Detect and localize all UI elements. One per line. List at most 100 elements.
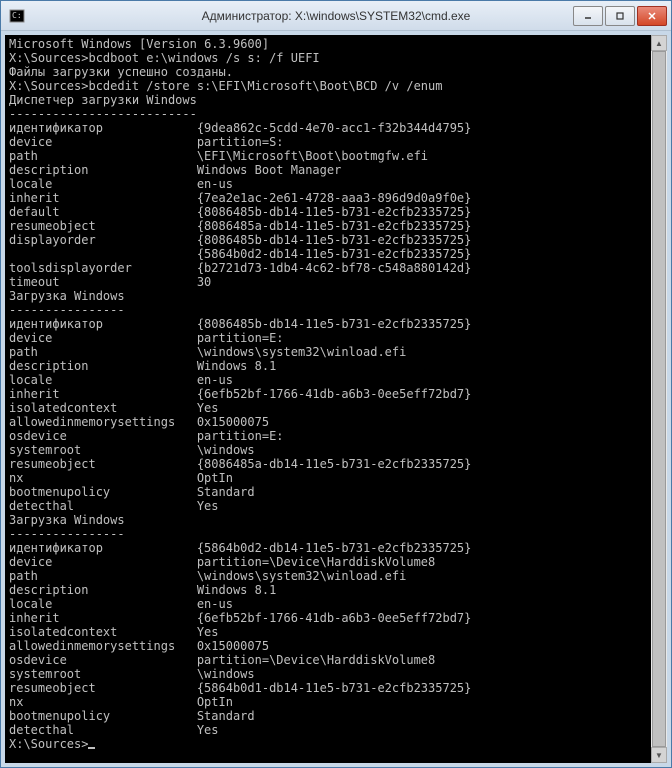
- kv-key: resumeobject: [9, 219, 197, 233]
- kv-row: detecthalYes: [9, 723, 663, 737]
- kv-row: bootmenupolicyStandard: [9, 709, 663, 723]
- kv-key: nx: [9, 471, 197, 485]
- kv-row: systemroot\windows: [9, 443, 663, 457]
- kv-key: detecthal: [9, 723, 197, 737]
- titlebar[interactable]: C: Администратор: X:\windows\SYSTEM32\cm…: [1, 1, 671, 31]
- kv-key: locale: [9, 597, 197, 611]
- kv-row: path\windows\system32\winload.efi: [9, 569, 663, 583]
- kv-value: Yes: [197, 401, 219, 415]
- kv-key: displayorder: [9, 233, 197, 247]
- kv-value: {5864b0d1-db14-11e5-b731-e2cfb2335725}: [197, 681, 472, 695]
- kv-key: идентификатор: [9, 541, 197, 555]
- kv-value: partition=S:: [197, 135, 284, 149]
- console-area: Microsoft Windows [Version 6.3.9600]X:\S…: [5, 35, 667, 763]
- kv-key: идентификатор: [9, 317, 197, 331]
- kv-key: inherit: [9, 387, 197, 401]
- kv-row: devicepartition=\Device\HarddiskVolume8: [9, 555, 663, 569]
- kv-value: Windows 8.1: [197, 359, 276, 373]
- kv-key: inherit: [9, 191, 197, 205]
- maximize-button[interactable]: [605, 6, 635, 26]
- kv-row: descriptionWindows 8.1: [9, 359, 663, 373]
- kv-row: devicepartition=S:: [9, 135, 663, 149]
- console-output[interactable]: Microsoft Windows [Version 6.3.9600]X:\S…: [5, 35, 667, 753]
- cmd-window: C: Администратор: X:\windows\SYSTEM32\cm…: [0, 0, 672, 768]
- scroll-up-button[interactable]: ▲: [651, 35, 667, 51]
- kv-key: systemroot: [9, 443, 197, 457]
- kv-key: description: [9, 359, 197, 373]
- kv-value: {8086485b-db14-11e5-b731-e2cfb2335725}: [197, 233, 472, 247]
- kv-value: \EFI\Microsoft\Boot\bootmgfw.efi: [197, 149, 428, 163]
- kv-key: bootmenupolicy: [9, 709, 197, 723]
- kv-key: device: [9, 135, 197, 149]
- kv-value: en-us: [197, 177, 233, 191]
- kv-row: идентификатор{8086485b-db14-11e5-b731-e2…: [9, 317, 663, 331]
- kv-value: Windows 8.1: [197, 583, 276, 597]
- cmd-icon: C:: [9, 8, 25, 24]
- kv-key: device: [9, 555, 197, 569]
- console-line: Файлы загрузки успешно созданы.: [9, 65, 663, 79]
- kv-value: \windows: [197, 667, 255, 681]
- kv-value: Yes: [197, 723, 219, 737]
- kv-key: detecthal: [9, 499, 197, 513]
- kv-value: en-us: [197, 597, 233, 611]
- kv-row: displayorder{8086485b-db14-11e5-b731-e2c…: [9, 233, 663, 247]
- scroll-thumb[interactable]: [652, 51, 666, 747]
- kv-value: Yes: [197, 499, 219, 513]
- console-line: ----------------: [9, 303, 663, 317]
- kv-value: Yes: [197, 625, 219, 639]
- vertical-scrollbar[interactable]: ▲ ▼: [651, 35, 667, 763]
- kv-row: nxOptIn: [9, 471, 663, 485]
- kv-value: partition=\Device\HarddiskVolume8: [197, 555, 435, 569]
- kv-value: {5864b0d2-db14-11e5-b731-e2cfb2335725}: [197, 247, 472, 261]
- kv-value: partition=\Device\HarddiskVolume8: [197, 653, 435, 667]
- scroll-track[interactable]: [651, 51, 667, 747]
- close-button[interactable]: [637, 6, 667, 26]
- window-controls: [571, 6, 671, 26]
- console-line: Диспетчер загрузки Windows: [9, 93, 663, 107]
- kv-key: resumeobject: [9, 681, 197, 695]
- kv-key: [9, 247, 197, 261]
- kv-value: partition=E:: [197, 429, 284, 443]
- kv-row: inherit{6efb52bf-1766-41db-a6b3-0ee5eff7…: [9, 387, 663, 401]
- kv-value: {7ea2e1ac-2e61-4728-aaa3-896d9d0a9f0e}: [197, 191, 472, 205]
- console-line: ----------------: [9, 527, 663, 541]
- kv-row: inherit{6efb52bf-1766-41db-a6b3-0ee5eff7…: [9, 611, 663, 625]
- kv-row: timeout30: [9, 275, 663, 289]
- kv-key: description: [9, 163, 197, 177]
- kv-row: resumeobject{8086485a-db14-11e5-b731-e2c…: [9, 219, 663, 233]
- kv-key: allowedinmemorysettings: [9, 415, 197, 429]
- kv-row: path\windows\system32\winload.efi: [9, 345, 663, 359]
- kv-key: allowedinmemorysettings: [9, 639, 197, 653]
- kv-key: locale: [9, 177, 197, 191]
- kv-value: 0x15000075: [197, 415, 269, 429]
- kv-row: descriptionWindows 8.1: [9, 583, 663, 597]
- kv-value: {b2721d73-1db4-4c62-bf78-c548a880142d}: [197, 261, 472, 275]
- kv-row: localeen-us: [9, 597, 663, 611]
- kv-value: \windows: [197, 443, 255, 457]
- console-line: Загрузка Windows: [9, 289, 663, 303]
- kv-key: default: [9, 205, 197, 219]
- kv-row: bootmenupolicyStandard: [9, 485, 663, 499]
- kv-row: inherit{7ea2e1ac-2e61-4728-aaa3-896d9d0a…: [9, 191, 663, 205]
- kv-key: resumeobject: [9, 457, 197, 471]
- kv-value: {6efb52bf-1766-41db-a6b3-0ee5eff72bd7}: [197, 611, 472, 625]
- kv-value: Standard: [197, 709, 255, 723]
- console-line: X:\Sources>bcdboot e:\windows /s s: /f U…: [9, 51, 663, 65]
- kv-row: allowedinmemorysettings0x15000075: [9, 639, 663, 653]
- kv-row: allowedinmemorysettings0x15000075: [9, 415, 663, 429]
- prompt-text: X:\Sources>: [9, 737, 88, 751]
- kv-row: {5864b0d2-db14-11e5-b731-e2cfb2335725}: [9, 247, 663, 261]
- console-prompt[interactable]: X:\Sources>: [9, 737, 663, 751]
- kv-key: toolsdisplayorder: [9, 261, 197, 275]
- kv-key: isolatedcontext: [9, 401, 197, 415]
- kv-value: partition=E:: [197, 331, 284, 345]
- kv-value: \windows\system32\winload.efi: [197, 569, 407, 583]
- kv-key: osdevice: [9, 429, 197, 443]
- kv-row: path\EFI\Microsoft\Boot\bootmgfw.efi: [9, 149, 663, 163]
- kv-row: descriptionWindows Boot Manager: [9, 163, 663, 177]
- scroll-down-button[interactable]: ▼: [651, 747, 667, 763]
- kv-key: systemroot: [9, 667, 197, 681]
- minimize-button[interactable]: [573, 6, 603, 26]
- cursor: [88, 747, 95, 749]
- kv-key: идентификатор: [9, 121, 197, 135]
